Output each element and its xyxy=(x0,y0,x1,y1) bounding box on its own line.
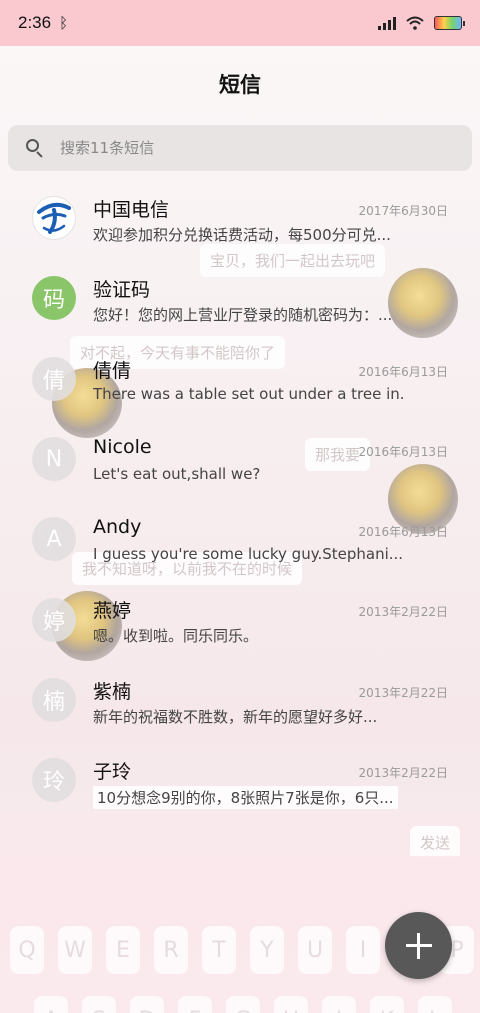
conversation-row[interactable]: 楠 紫楠 2013年2月22日 新年的祝福数不胜数，新年的愿望好多好... xyxy=(0,660,480,740)
wallpaper-key: I xyxy=(346,926,380,974)
status-bar: 2:36 ᛒ xyxy=(0,0,480,46)
avatar: 楠 xyxy=(32,677,76,722)
message-date: 2016年6月13日 xyxy=(358,364,448,379)
bluetooth-icon: ᛒ xyxy=(59,14,69,32)
new-message-button[interactable] xyxy=(385,912,452,979)
message-date: 2013年2月22日 xyxy=(358,685,448,700)
message-preview: 欢迎参加积分兑换话费活动，每500分可兑... xyxy=(93,226,391,244)
contact-name: 中国电信 xyxy=(93,199,170,221)
wifi-icon xyxy=(406,16,424,30)
page-title: 短信 xyxy=(219,73,261,97)
contact-name: 倩倩 xyxy=(93,359,132,382)
contact-name: 子玲 xyxy=(93,761,132,784)
message-preview: Let's eat out,shall we? xyxy=(93,464,261,483)
avatar: 倩 xyxy=(32,356,76,401)
message-preview: 新年的祝福数不胜数，新年的愿望好多好... xyxy=(93,707,378,726)
wallpaper-key: U xyxy=(298,926,332,974)
wallpaper-key: F xyxy=(178,996,212,1013)
wallpaper-key: J xyxy=(322,996,356,1013)
wallpaper-key: Q xyxy=(10,926,44,974)
message-date: 2016年6月13日 xyxy=(358,525,448,540)
china-telecom-logo-icon xyxy=(37,202,71,235)
wallpaper-key: Y xyxy=(250,926,284,974)
conversation-row[interactable]: 玲 子玲 2013年2月22日 10分想念9别的你，8张照片7张是你，6只... xyxy=(0,740,480,820)
avatar: 玲 xyxy=(32,758,76,803)
wallpaper-send-label: 发送 xyxy=(410,826,461,859)
message-preview: 您好！您的网上营业厅登录的随机密码为：... xyxy=(93,306,393,325)
message-date: 2017年6月30日 xyxy=(358,204,448,218)
avatar: 码 xyxy=(32,276,76,321)
conversation-row[interactable]: 婷 燕婷 2013年2月22日 嗯。收到啦。同乐同乐。 xyxy=(0,579,480,659)
wallpaper-key: G xyxy=(226,996,260,1013)
status-time: 2:36 xyxy=(18,13,52,32)
wallpaper-key: S xyxy=(82,996,116,1013)
conversation-row[interactable]: A Andy 2016年6月13日 I guess you're some lu… xyxy=(0,499,480,579)
message-preview: 嗯。收到啦。同乐同乐。 xyxy=(93,627,259,646)
avatar xyxy=(32,196,76,241)
wallpaper-key: D xyxy=(130,996,164,1013)
contact-name: Nicole xyxy=(93,435,152,458)
conversation-row[interactable]: 码 验证码 您好！您的网上营业厅登录的随机密码为：... xyxy=(0,258,480,338)
search-input[interactable] xyxy=(60,139,440,157)
wallpaper-key: A xyxy=(34,996,68,1013)
wallpaper-key: W xyxy=(58,926,92,974)
signal-icon xyxy=(378,16,396,30)
wallpaper-key: R xyxy=(154,926,188,974)
search-bar[interactable] xyxy=(8,125,472,171)
avatar: A xyxy=(32,517,76,562)
message-preview: 10分想念9别的你，8张照片7张是你，6只... xyxy=(93,786,398,810)
contact-name: Andy xyxy=(93,516,142,539)
conversation-list: 中国电信 2017年6月30日 欢迎参加积分兑换话费活动，每500分可兑... … xyxy=(0,178,480,820)
wallpaper-key: E xyxy=(106,926,140,974)
avatar: 婷 xyxy=(32,597,76,642)
message-date: 2013年2月22日 xyxy=(358,605,448,620)
conversation-row[interactable]: N Nicole 2016年6月13日 Let's eat out,shall … xyxy=(0,419,480,499)
wallpaper-key: L xyxy=(418,996,452,1013)
contact-name: 验证码 xyxy=(93,279,151,302)
wallpaper-key: K xyxy=(370,996,404,1013)
conversation-row[interactable]: 中国电信 2017年6月30日 欢迎参加积分兑换话费活动，每500分可兑... xyxy=(0,178,480,258)
wallpaper-key: H xyxy=(274,996,308,1013)
message-date: 2013年2月22日 xyxy=(358,766,448,781)
avatar: N xyxy=(32,437,76,482)
app-header: 短信 xyxy=(0,46,480,122)
message-preview: I guess you're some lucky guy.Stephani..… xyxy=(93,545,403,564)
contact-name: 紫楠 xyxy=(93,680,132,703)
plus-icon xyxy=(405,932,432,959)
wallpaper-key: T xyxy=(202,926,236,974)
message-date: 2016年6月13日 xyxy=(358,444,448,459)
search-icon xyxy=(26,139,44,158)
battery-icon xyxy=(434,16,465,30)
conversation-row[interactable]: 倩 倩倩 2016年6月13日 There was a table set ou… xyxy=(0,339,480,419)
message-preview: There was a table set out under a tree i… xyxy=(93,384,403,403)
contact-name: 燕婷 xyxy=(93,600,132,623)
